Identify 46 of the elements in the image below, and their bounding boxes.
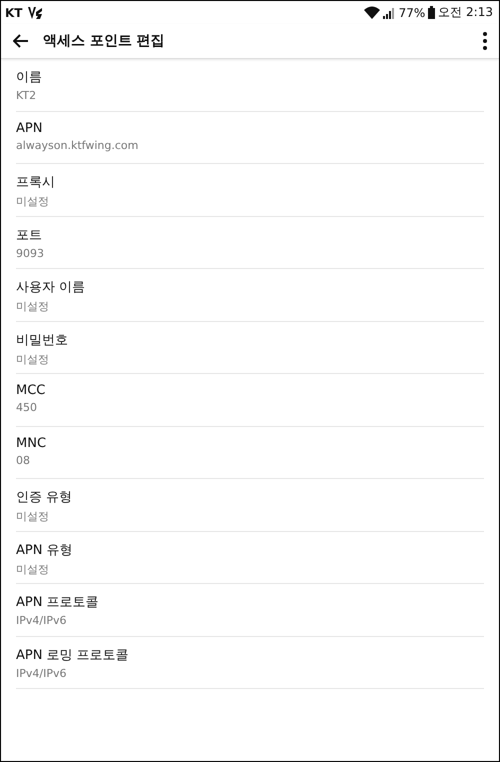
signal-icon bbox=[382, 6, 396, 18]
setting-item[interactable]: APN 유형 미설정 bbox=[16, 532, 484, 584]
setting-label: MCC bbox=[16, 383, 46, 398]
setting-label: 이름 bbox=[16, 69, 42, 86]
setting-label: 프록시 bbox=[16, 174, 55, 191]
setting-item[interactable]: MNC 08 bbox=[16, 426, 484, 479]
setting-label: 사용자 이름 bbox=[16, 279, 86, 296]
setting-label: APN 프로토콜 bbox=[16, 594, 99, 611]
setting-item[interactable]: 이름 KT2 bbox=[16, 59, 484, 112]
setting-value: 미설정 bbox=[16, 352, 49, 366]
screen-title: 액세스 포인트 편집 bbox=[43, 32, 165, 50]
setting-value: 미설정 bbox=[16, 194, 49, 209]
setting-item[interactable]: 사용자 이름 미설정 bbox=[16, 269, 484, 322]
setting-label: APN 유형 bbox=[16, 542, 73, 558]
setting-value: IPv4/IPv6 bbox=[16, 666, 66, 680]
setting-item[interactable]: MCC 450 bbox=[16, 374, 484, 426]
setting-value: alwayson.ktfwing.com bbox=[16, 138, 138, 152]
setting-label: 포트 bbox=[16, 226, 42, 244]
setting-value: 미설정 bbox=[16, 299, 49, 314]
more-options-icon bbox=[483, 32, 487, 50]
wifi-icon bbox=[364, 6, 380, 19]
clock: 오전 2:13 bbox=[438, 4, 493, 21]
setting-item[interactable]: APN alwayson.ktfwing.com bbox=[16, 112, 484, 164]
setting-item[interactable]: APN 프로토콜 IPv4/IPv6 bbox=[16, 584, 484, 636]
setting-label: APN 로밍 프로토콜 bbox=[16, 646, 129, 664]
setting-value: 미설정 bbox=[16, 562, 49, 576]
setting-item[interactable]: 포트 9093 bbox=[16, 216, 484, 269]
setting-value: 450 bbox=[16, 401, 37, 414]
battery-icon bbox=[428, 6, 436, 19]
setting-label: 인증 유형 bbox=[16, 489, 72, 506]
setting-label: 비밀번호 bbox=[16, 332, 68, 348]
setting-value: 08 bbox=[16, 454, 30, 466]
back-arrow-icon bbox=[13, 34, 29, 48]
carrier-logo-icon bbox=[27, 6, 44, 20]
setting-value: 9093 bbox=[16, 246, 44, 260]
setting-item[interactable]: 프록시 미설정 bbox=[16, 164, 484, 216]
carrier-name: KT bbox=[5, 6, 22, 20]
setting-item[interactable]: APN 로밍 프로토콜 IPv4/IPv6 bbox=[16, 636, 484, 689]
setting-label: APN bbox=[16, 120, 42, 136]
setting-value: IPv4/IPv6 bbox=[16, 614, 66, 627]
setting-value: KT2 bbox=[16, 89, 36, 102]
battery-percentage: 77% bbox=[398, 6, 426, 20]
setting-label: MNC bbox=[16, 436, 46, 450]
setting-value: 미설정 bbox=[16, 509, 49, 524]
setting-item[interactable]: 비밀번호 미설정 bbox=[16, 322, 484, 374]
setting-item[interactable]: 인증 유형 미설정 bbox=[16, 479, 484, 532]
